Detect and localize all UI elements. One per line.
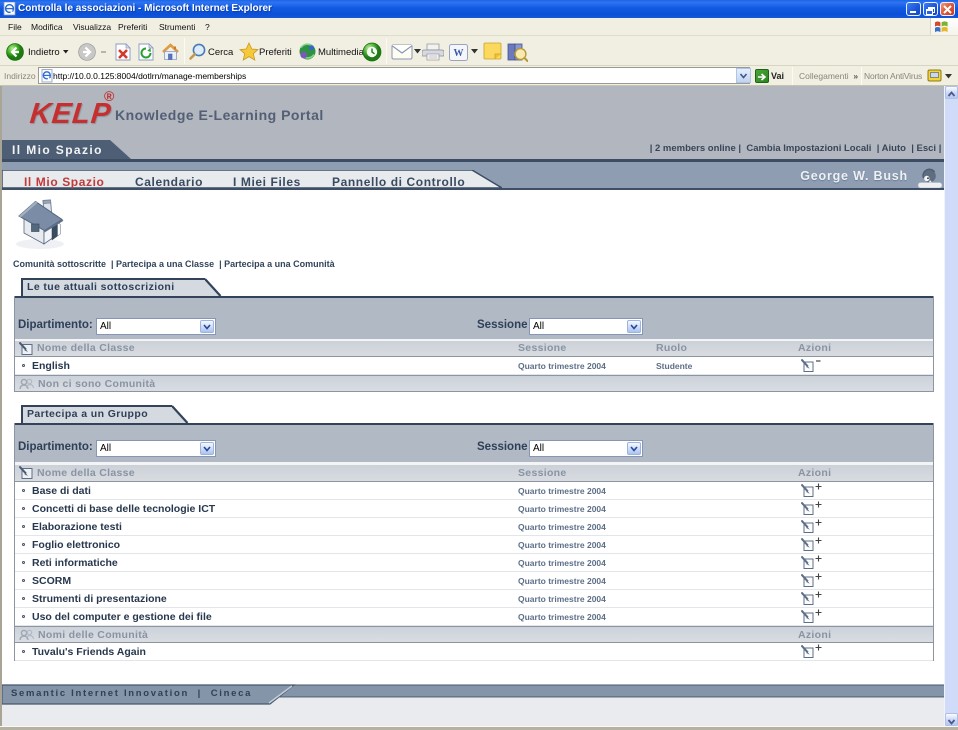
svg-text:W: W — [454, 48, 464, 59]
